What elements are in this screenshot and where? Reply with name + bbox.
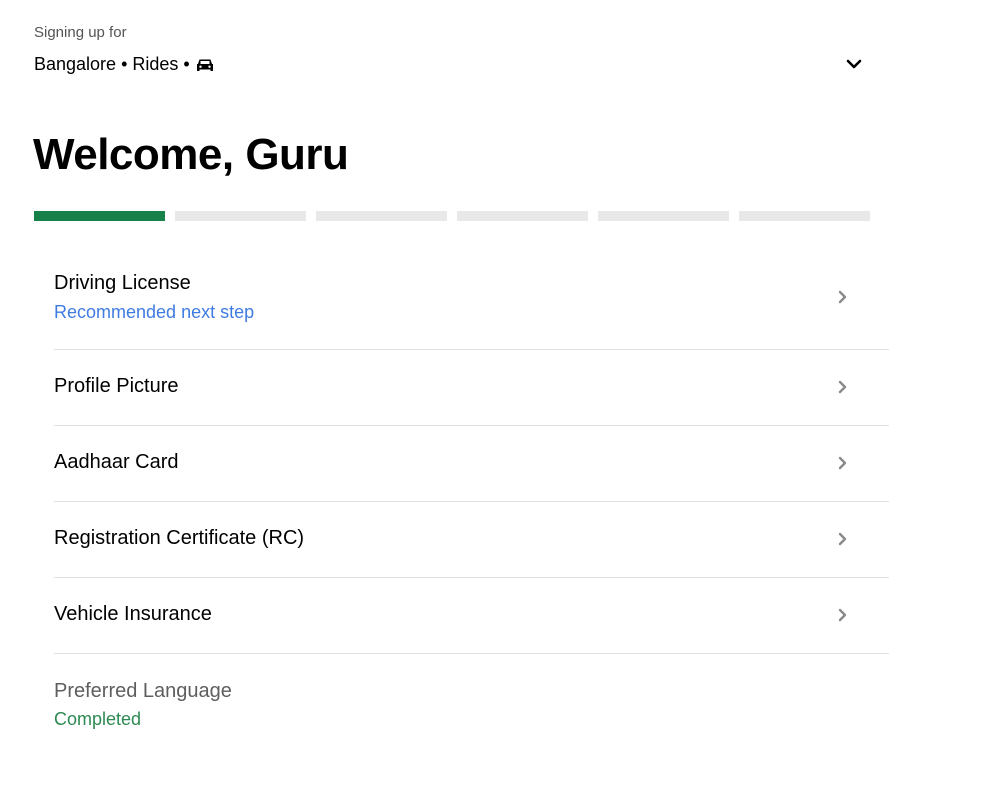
signing-up-label: Signing up for xyxy=(34,24,127,41)
chevron-right-icon xyxy=(837,456,849,470)
progress-segment-5 xyxy=(598,211,729,221)
step-driving-license[interactable]: Driving License Recommended next step xyxy=(54,250,889,350)
step-preferred-language: Preferred Language Completed xyxy=(54,654,889,744)
step-title: Vehicle Insurance xyxy=(54,603,212,625)
step-title: Profile Picture xyxy=(54,375,179,397)
city-product-text: Bangalore • Rides • xyxy=(34,53,190,74)
chevron-right-icon xyxy=(837,380,849,394)
step-registration-certificate[interactable]: Registration Certificate (RC) xyxy=(54,502,889,578)
step-profile-picture[interactable]: Profile Picture xyxy=(54,350,889,426)
step-title: Preferred Language xyxy=(54,680,232,702)
step-vehicle-insurance[interactable]: Vehicle Insurance xyxy=(54,578,889,654)
city-product-selector[interactable]: Bangalore • Rides • xyxy=(34,50,864,78)
chevron-right-icon xyxy=(837,290,849,304)
progress-segment-1 xyxy=(34,211,165,221)
step-aadhaar-card[interactable]: Aadhaar Card xyxy=(54,426,889,502)
progress-segment-3 xyxy=(316,211,447,221)
chevron-right-icon xyxy=(837,608,849,622)
step-title: Aadhaar Card xyxy=(54,451,179,473)
signup-page: Signing up for Bangalore • Rides • Welco… xyxy=(0,0,985,797)
chevron-right-icon xyxy=(837,532,849,546)
car-icon xyxy=(196,56,214,74)
onboarding-progress-bar xyxy=(34,211,870,221)
progress-segment-6 xyxy=(739,211,870,221)
progress-segment-4 xyxy=(457,211,588,221)
welcome-heading: Welcome, Guru xyxy=(33,130,349,179)
chevron-down-icon[interactable] xyxy=(844,54,864,74)
progress-segment-2 xyxy=(175,211,306,221)
onboarding-steps-list: Driving License Recommended next step Pr… xyxy=(54,250,889,744)
step-title: Driving License xyxy=(54,272,191,294)
step-status: Recommended next step xyxy=(54,302,255,322)
step-title: Registration Certificate (RC) xyxy=(54,527,305,549)
step-status: Completed xyxy=(54,709,142,729)
